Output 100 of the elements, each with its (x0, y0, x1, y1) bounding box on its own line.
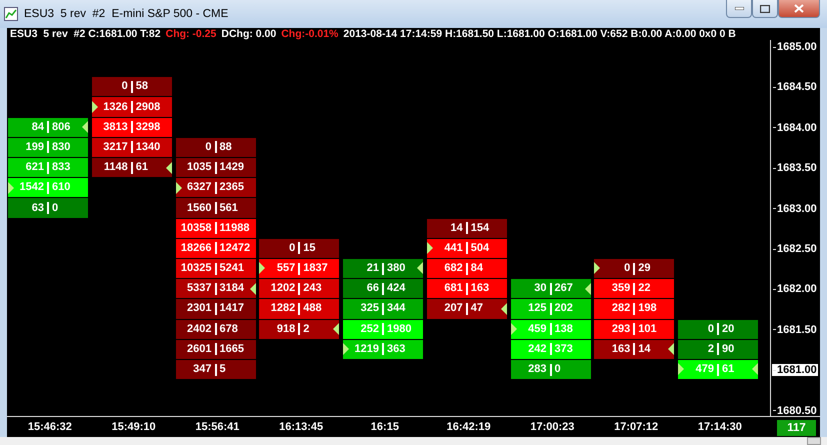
price-label: 1681.00 (771, 363, 819, 378)
bid-volume: 10325 (180, 262, 212, 276)
bid-volume: 125 (527, 302, 546, 316)
bid-volume: 1542 (18, 181, 44, 194)
price-label: 1683.00 (771, 202, 819, 216)
quote-text: Chg: -0.25 (166, 28, 216, 40)
time-label: 16:13:45 (278, 420, 324, 435)
ask-volume: 806 (52, 120, 72, 134)
bid-volume: 682 (443, 262, 463, 276)
ask-volume: 0 (52, 202, 60, 214)
ask-volume: 12472 (220, 242, 252, 255)
close-button[interactable] (778, 0, 820, 18)
ask-volume: 1417 (220, 302, 245, 316)
ask-volume: 202 (554, 302, 574, 316)
ask-volume: 1837 (303, 262, 329, 276)
ask-volume: 2908 (136, 100, 162, 114)
ask-volume: 243 (303, 282, 323, 296)
bid-volume: 10358 (180, 222, 212, 235)
scrollbar-thumb[interactable] (807, 437, 821, 445)
ask-volume: 5241 (220, 262, 245, 276)
time-label: 15:46:32 (26, 420, 73, 435)
ask-volume: 833 (52, 161, 72, 174)
ask-volume: 830 (52, 140, 72, 154)
bid-volume: 1326 (102, 100, 128, 114)
bid-volume: 557 (276, 262, 296, 276)
ask-volume: 344 (387, 302, 406, 316)
ask-volume: 22 (638, 282, 652, 296)
ask-volume: 1665 (220, 342, 245, 356)
bid-volume: 347 (192, 363, 212, 376)
bid-volume: 6327 (186, 181, 212, 194)
bid-volume: 283 (527, 363, 546, 376)
ask-volume: 154 (470, 222, 490, 235)
bid-volume: 0 (706, 322, 714, 336)
price-label: 1680.50 (771, 404, 819, 418)
ask-volume: 5 (220, 363, 227, 376)
price-label: 1685.00 (771, 40, 819, 54)
ask-volume: 61 (136, 161, 149, 174)
bid-volume: 681 (443, 282, 463, 296)
ask-volume: 90 (722, 342, 736, 356)
price-label: 1683.50 (771, 161, 819, 176)
bid-volume: 163 (610, 342, 630, 356)
quote-text: DChg: 0.00 (221, 28, 276, 40)
bid-volume: 3217 (102, 140, 128, 154)
bid-volume: 0 (288, 242, 296, 255)
time-label: 16:15 (370, 420, 400, 435)
ask-volume: 14 (638, 342, 652, 356)
ask-volume: 363 (387, 342, 406, 356)
ask-volume: 198 (638, 302, 658, 316)
ask-volume: 47 (470, 302, 484, 316)
price-label: 1684.00 (771, 120, 819, 135)
ask-volume: 610 (52, 181, 72, 194)
bid-volume: 84 (30, 120, 44, 134)
bid-volume: 918 (276, 322, 296, 336)
minimize-icon (734, 7, 744, 10)
bid-volume: 3813 (102, 120, 128, 134)
price-label: 1681.50 (771, 322, 819, 337)
ask-volume: 138 (554, 322, 574, 336)
minimize-button[interactable] (726, 0, 752, 18)
bid-volume: 30 (533, 282, 546, 296)
ask-volume: 101 (638, 322, 658, 336)
ask-volume: 3184 (220, 282, 245, 296)
ask-volume: 163 (470, 282, 490, 296)
price-label: 1682.50 (771, 242, 819, 256)
bid-volume: 621 (24, 161, 44, 174)
bid-volume: 441 (443, 242, 463, 255)
bar-counter: 117 (777, 420, 816, 436)
ask-volume: 2 (303, 322, 310, 336)
ask-volume: 20 (722, 322, 736, 336)
bid-volume: 359 (610, 282, 630, 296)
window-title: ESU3 5 rev #2 E-mini S&P 500 - CME (24, 8, 230, 20)
time-label: 15:49:10 (110, 420, 157, 435)
ask-volume: 678 (220, 322, 239, 336)
maximize-icon (760, 4, 770, 12)
bid-volume: 1035 (186, 161, 212, 174)
ask-volume: 1980 (387, 322, 412, 336)
bid-volume: 0 (623, 262, 630, 276)
ask-volume: 0 (554, 363, 562, 376)
bid-volume: 2402 (186, 322, 212, 336)
bid-volume: 1282 (270, 302, 296, 316)
bid-volume: 252 (360, 322, 379, 336)
ask-volume: 58 (136, 80, 149, 94)
time-label: 16:42:19 (446, 420, 492, 435)
bid-volume: 1219 (354, 342, 379, 356)
bid-volume: 479 (694, 363, 714, 376)
time-label: 17:07:12 (613, 420, 660, 435)
bid-volume: 282 (610, 302, 630, 316)
bid-volume: 2601 (186, 342, 212, 356)
bid-volume: 293 (610, 322, 630, 336)
maximize-button[interactable] (752, 0, 778, 18)
price-label: 1682.00 (771, 282, 819, 296)
bid-volume: 2301 (186, 302, 212, 316)
bid-volume: 14 (450, 222, 463, 235)
bid-volume: 2 (706, 342, 714, 356)
chart-icon (4, 7, 18, 21)
bid-volume: 1560 (186, 202, 212, 214)
bid-volume: 21 (366, 262, 379, 276)
bid-volume: 0 (204, 140, 212, 154)
bid-volume: 66 (366, 282, 379, 296)
quote-text: 2013-08-14 17:14:59 H:1681.50 L:1681.00 O:1681.00 V:652 B:0.00 A:0.00 0x0 0 B (343, 28, 736, 40)
bid-volume: 63 (30, 202, 44, 214)
